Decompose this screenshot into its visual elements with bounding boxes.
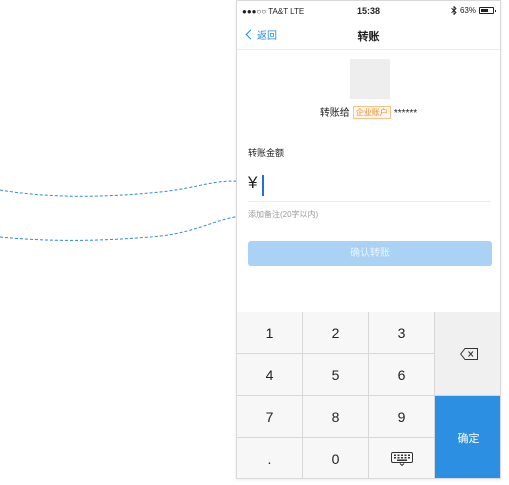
amount-label: 转账金额 [248, 148, 285, 158]
key-4[interactable]: 4 [237, 354, 302, 395]
key-1[interactable]: 1 [237, 312, 302, 353]
page-title: 转账 [357, 31, 380, 43]
ok-button[interactable]: 确定 [435, 396, 500, 478]
key-8[interactable]: 8 [303, 396, 368, 437]
phone-screen: ●●●○○ TA&T LTE 15:38 63% 返回 转账 转账给 企业账户 **… [236, 0, 501, 479]
nav-bar: 返回 转账 [237, 21, 500, 50]
amount-input[interactable]: ¥ [248, 171, 491, 202]
status-right: 63% [451, 6, 496, 15]
arrow-to-amount [0, 180, 249, 197]
key-5[interactable]: 5 [303, 354, 368, 395]
battery-percent: 63% [459, 6, 476, 15]
key-7[interactable]: 7 [237, 396, 302, 437]
text-cursor [262, 175, 264, 196]
key-dot[interactable]: . [237, 438, 302, 478]
avatar [350, 59, 390, 99]
payee-prefix: 转账给 [319, 108, 350, 119]
status-bar: ●●●○○ TA&T LTE 15:38 63% [237, 1, 500, 21]
key-2[interactable]: 2 [303, 312, 368, 353]
delete-button[interactable] [435, 312, 500, 395]
bluetooth-icon [451, 6, 457, 15]
hide-keyboard-button[interactable] [369, 438, 434, 478]
keyboard-icon [390, 452, 413, 466]
battery-icon [479, 7, 496, 14]
payee-masked-name: ****** [393, 108, 418, 119]
key-9[interactable]: 9 [369, 396, 434, 437]
backspace-icon [459, 347, 478, 360]
currency-symbol: ¥ [248, 173, 258, 192]
key-3[interactable]: 3 [369, 312, 434, 353]
numeric-keypad: 1 2 3 4 5 6 7 8 9 . 0 确定 [237, 312, 500, 478]
confirm-transfer-button[interactable]: 确认转账 [248, 241, 492, 266]
key-0[interactable]: 0 [303, 438, 368, 478]
payee-line: 转账给 企业账户 ****** [237, 104, 500, 119]
enterprise-badge: 企业账户 [352, 106, 391, 119]
remark-input[interactable]: 添加备注(20字以内) [248, 209, 318, 220]
battery-fill [481, 9, 488, 12]
arrow-to-remark [0, 215, 251, 241]
key-6[interactable]: 6 [369, 354, 434, 395]
